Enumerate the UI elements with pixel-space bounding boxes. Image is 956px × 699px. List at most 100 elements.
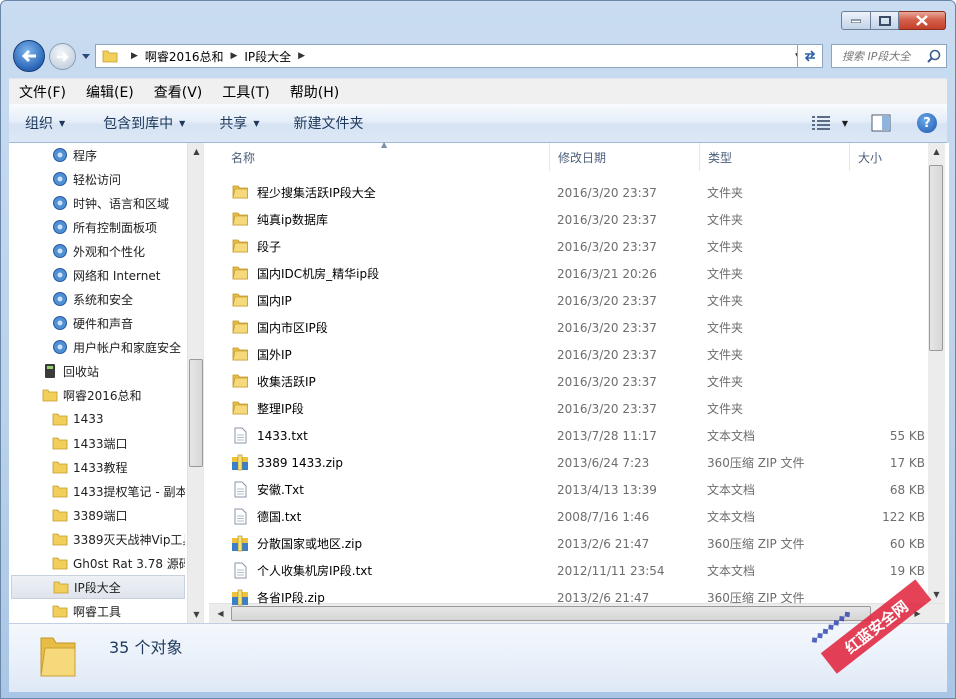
file-name: 3389 1433.zip <box>257 455 343 470</box>
menu-file[interactable]: 文件(F) <box>9 82 76 102</box>
nav-tree-label: IP段大全 <box>74 580 121 595</box>
menu-edit[interactable]: 编辑(E) <box>76 82 144 102</box>
nav-tree-item[interactable]: 回收站 <box>9 359 185 383</box>
nav-tree-item[interactable]: 轻松访问 <box>9 167 185 191</box>
minimize-button[interactable] <box>841 11 871 30</box>
file-name: 安徽.Txt <box>257 483 304 497</box>
nav-tree-item[interactable]: 3389端口 <box>9 503 185 527</box>
file-row[interactable]: 1433.txt 2013/7/28 11:17 文本文档 55 KB <box>223 422 931 449</box>
folder-icon <box>51 435 68 452</box>
file-size <box>863 233 925 260</box>
file-size <box>863 368 925 395</box>
nav-tree-label: 3389端口 <box>73 508 128 523</box>
nav-tree-item[interactable]: 网络和 Internet <box>9 263 185 287</box>
nav-tree-item[interactable]: 啊睿2016总和 <box>9 383 185 407</box>
file-date: 2016/3/20 23:37 <box>557 320 657 335</box>
preview-pane-button[interactable] <box>855 114 907 132</box>
file-list-scroll-thumb[interactable] <box>929 165 943 351</box>
file-row[interactable]: 国内IDC机房_精华ip段 2016/3/21 20:26 文件夹 <box>223 260 931 287</box>
folder-icon <box>51 507 68 524</box>
breadcrumb-separator-icon[interactable]: ▶ <box>131 51 138 61</box>
nav-tree-item[interactable]: 外观和个性化 <box>9 239 185 263</box>
share-button[interactable]: 共享 ▼ <box>197 113 271 133</box>
organize-button[interactable]: 组织 ▼ <box>9 113 77 133</box>
file-row[interactable]: 各省IP段.zip 2013/2/6 21:47 360压缩 ZIP 文件 <box>223 584 931 611</box>
nav-tree-item[interactable]: 用户帐户和家庭安全 <box>9 335 185 359</box>
column-date[interactable]: 修改日期 <box>550 143 700 171</box>
file-row[interactable]: 3389 1433.zip 2013/6/24 7:23 360压缩 ZIP 文件 1… <box>223 449 931 476</box>
nav-tree-item[interactable]: 所有控制面板项 <box>9 215 185 239</box>
refresh-button[interactable] <box>797 44 823 68</box>
nav-scroll-thumb[interactable] <box>189 359 203 467</box>
scroll-up-icon[interactable]: ▲ <box>928 143 945 160</box>
view-dropdown-icon[interactable]: ▼ <box>842 119 848 128</box>
nav-tree-label: 1433提权笔记 - 副本 <box>73 484 185 499</box>
menu-view[interactable]: 查看(V) <box>144 82 213 102</box>
column-date-label: 修改日期 <box>558 150 607 165</box>
file-row[interactable]: 段子 2016/3/20 23:37 文件夹 <box>223 233 931 260</box>
nav-tree-item[interactable]: 系统和安全 <box>9 287 185 311</box>
file-name-cell: 安徽.Txt <box>231 476 304 503</box>
column-type[interactable]: 类型 <box>700 143 850 171</box>
file-size <box>863 260 925 287</box>
new-folder-button[interactable]: 新建文件夹 <box>271 113 375 133</box>
file-row[interactable]: 个人收集机房IP段.txt 2012/11/11 23:54 文本文档 19 KB <box>223 557 931 584</box>
nav-tree-item[interactable]: Gh0st Rat 3.78 源码 <box>9 551 185 575</box>
include-in-library-button[interactable]: 包含到库中 ▼ <box>77 113 197 133</box>
nav-tree-item[interactable]: 1433提权笔记 - 副本 <box>9 479 185 503</box>
back-button[interactable] <box>13 40 45 72</box>
file-name-cell: 段子 <box>231 233 281 260</box>
breadcrumb-separator-icon[interactable]: ▶ <box>230 51 237 61</box>
nav-tree-item[interactable]: 3389灭天战神Vip工具 <box>9 527 185 551</box>
hardware-icon <box>51 315 68 332</box>
search-input[interactable] <box>840 45 936 67</box>
forward-button[interactable] <box>49 43 76 70</box>
file-row[interactable]: 德国.txt 2008/7/16 1:46 文本文档 122 KB <box>223 503 931 530</box>
nav-tree-item[interactable]: 1433端口 <box>9 431 185 455</box>
file-row[interactable]: 收集活跃IP 2016/3/20 23:37 文件夹 <box>223 368 931 395</box>
file-row[interactable]: 分散国家或地区.zip 2013/2/6 21:47 360压缩 ZIP 文件 60 … <box>223 530 931 557</box>
file-name: 国内IDC机房_精华ip段 <box>257 267 380 281</box>
file-type: 文件夹 <box>707 402 744 416</box>
nav-tree-item[interactable]: 1433教程 <box>9 455 185 479</box>
details-view-icon <box>811 116 830 130</box>
recent-pages-dropdown[interactable] <box>81 51 91 61</box>
file-date: 2013/4/13 13:39 <box>557 482 657 497</box>
change-view-button[interactable]: ▼ <box>805 115 855 131</box>
column-name[interactable]: 名称 ▲ <box>223 140 550 171</box>
nav-tree-label: 啊睿2016总和 <box>63 388 142 403</box>
search-box[interactable] <box>831 44 947 68</box>
file-row[interactable]: 纯真ip数据库 2016/3/20 23:37 文件夹 <box>223 206 931 233</box>
folder-icon <box>102 50 118 63</box>
file-date: 2013/2/6 21:47 <box>557 590 650 605</box>
menu-tools[interactable]: 工具(T) <box>212 82 279 102</box>
nav-tree-item[interactable]: 1433 <box>9 407 185 431</box>
breadcrumb-item[interactable]: 啊睿2016总和 <box>145 48 224 65</box>
file-row[interactable]: 安徽.Txt 2013/4/13 13:39 文本文档 68 KB <box>223 476 931 503</box>
close-button[interactable] <box>899 11 946 30</box>
nav-tree-item[interactable]: 啊睿工具 <box>9 599 185 623</box>
search-icon[interactable] <box>927 49 941 63</box>
address-bar[interactable]: ▶ 啊睿2016总和 ▶ IP段大全 ▶ ▼ <box>95 44 806 68</box>
file-row[interactable]: 程少搜集活跃IP段大全 2016/3/20 23:37 文件夹 <box>223 179 931 206</box>
column-size[interactable]: 大小 <box>850 143 930 171</box>
file-row[interactable]: 整理IP段 2016/3/20 23:37 文件夹 <box>223 395 931 422</box>
file-row[interactable]: 国内市区IP段 2016/3/20 23:37 文件夹 <box>223 314 931 341</box>
security-shield-icon <box>51 291 68 308</box>
menu-help[interactable]: 帮助(H) <box>280 82 349 102</box>
breadcrumb-item[interactable]: IP段大全 <box>244 48 291 65</box>
minimize-icon <box>851 19 861 23</box>
help-button[interactable]: ? <box>907 113 947 133</box>
nav-tree-item[interactable]: IP段大全 <box>11 575 185 599</box>
file-date: 2013/6/24 7:23 <box>557 455 650 470</box>
nav-tree-item[interactable]: 硬件和声音 <box>9 311 185 335</box>
file-name: 国内IP <box>257 294 292 308</box>
file-row[interactable]: 国内IP 2016/3/20 23:37 文件夹 <box>223 287 931 314</box>
breadcrumb-separator-icon[interactable]: ▶ <box>298 51 305 61</box>
file-name: 分散国家或地区.zip <box>257 537 363 551</box>
nav-tree-item[interactable]: 程序 <box>9 143 185 167</box>
maximize-button[interactable] <box>871 11 899 30</box>
nav-tree-item[interactable]: 时钟、语言和区域 <box>9 191 185 215</box>
file-row[interactable]: 国外IP 2016/3/20 23:37 文件夹 <box>223 341 931 368</box>
column-name-label: 名称 <box>231 150 256 165</box>
